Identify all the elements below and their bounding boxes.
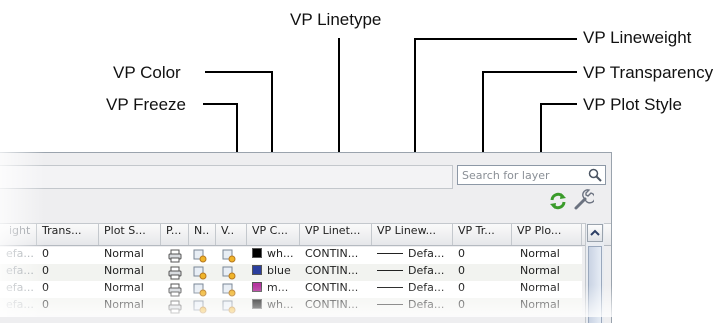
cell-lineweight: efa...	[6, 247, 34, 260]
cell-plot-style[interactable]: Normal	[99, 264, 161, 281]
vp-lineweight-value: Defa...	[408, 264, 445, 277]
printer-icon[interactable]	[168, 300, 182, 314]
col-header-plot-style[interactable]: Plot S...	[99, 224, 161, 245]
layer-search-box[interactable]	[457, 165, 606, 185]
callout-vp-freeze: VP Freeze	[106, 95, 187, 114]
color-swatch	[252, 248, 262, 258]
cell-vp-transparency[interactable]: 0	[453, 298, 512, 315]
col-header-plot[interactable]: P...	[161, 224, 189, 245]
layer-properties-panel: ight Trans... Plot S... P... N.. V.. VP …	[0, 152, 612, 323]
vp-lineweight-value: Defa...	[408, 247, 445, 260]
table-row[interactable]: efa... 0 Normal m... CONTIN... Defa... 0…	[0, 281, 582, 298]
cell-vp-color[interactable]: m...	[247, 281, 300, 298]
scroll-up-button[interactable]	[587, 224, 603, 242]
leader-vp-transparency-h	[482, 71, 577, 73]
color-swatch	[252, 299, 262, 309]
col-header-new-vp-freeze[interactable]: N..	[189, 224, 216, 245]
cell-transparency[interactable]: 0	[37, 264, 99, 281]
printer-icon[interactable]	[168, 283, 182, 297]
scroll-thumb[interactable]	[588, 246, 602, 323]
leader-vp-plot-style-h	[540, 103, 577, 105]
printer-icon[interactable]	[168, 249, 182, 263]
callout-vp-lineweight: VP Lineweight	[583, 28, 692, 47]
leader-vp-freeze-h	[203, 103, 238, 105]
new-vp-freeze-icon[interactable]	[193, 249, 207, 263]
cell-transparency[interactable]: 0	[37, 281, 99, 298]
cell-vp-color[interactable]: wh...	[247, 298, 300, 315]
cell-vp-lineweight[interactable]: Defa...	[372, 298, 453, 315]
cell-vp-color[interactable]: wh...	[247, 247, 300, 264]
table-row[interactable]: efa... 0 Normal wh... CONTIN... Defa... …	[0, 247, 582, 264]
table-row[interactable]: efa... 0 Normal blue CONTIN... Defa... 0…	[0, 264, 582, 281]
callout-vp-plot-style: VP Plot Style	[583, 95, 682, 114]
cell-vp-linetype[interactable]: CONTIN...	[300, 298, 372, 315]
cell-transparency[interactable]: 0	[37, 298, 99, 315]
filter-strip	[0, 165, 453, 189]
col-header-transparency[interactable]: Trans...	[37, 224, 99, 245]
cell-vp-lineweight[interactable]: Defa...	[372, 264, 453, 281]
vp-freeze-icon[interactable]	[222, 300, 236, 314]
new-vp-freeze-icon[interactable]	[193, 283, 207, 297]
cell-vp-lineweight[interactable]: Defa...	[372, 247, 453, 264]
cell-vp-transparency[interactable]: 0	[453, 264, 512, 281]
color-swatch	[252, 282, 262, 292]
vp-freeze-icon[interactable]	[222, 266, 236, 280]
vp-lineweight-value: Defa...	[408, 298, 445, 311]
vp-freeze-icon[interactable]	[222, 249, 236, 263]
cell-vp-linetype[interactable]: CONTIN...	[300, 264, 372, 281]
cell-vp-transparency[interactable]: 0	[453, 281, 512, 298]
col-header-vp-lineweight[interactable]: VP Linew...	[372, 224, 453, 245]
cell-plot-style[interactable]: Normal	[99, 298, 161, 315]
callout-vp-linetype: VP Linetype	[290, 10, 382, 29]
cell-lineweight: efa...	[6, 298, 34, 311]
cell-vp-plot-style[interactable]: Normal	[512, 247, 582, 264]
col-header-vp-color[interactable]: VP C...	[247, 224, 300, 245]
vertical-scrollbar[interactable]	[585, 223, 604, 323]
cell-transparency[interactable]: 0	[37, 247, 99, 264]
col-header-lineweight[interactable]: ight	[0, 224, 37, 245]
lineweight-sample	[377, 287, 403, 288]
cell-vp-color[interactable]: blue	[247, 264, 300, 281]
col-header-vp-plot-style[interactable]: VP Plo...	[512, 224, 582, 245]
search-input[interactable]	[460, 167, 582, 183]
table-row[interactable]: efa... 0 Normal wh... CONTIN... Defa... …	[0, 298, 582, 315]
callout-vp-color: VP Color	[113, 63, 181, 82]
col-header-vp-freeze[interactable]: V..	[216, 224, 247, 245]
vp-color-name: wh...	[267, 298, 294, 311]
color-swatch	[252, 265, 262, 275]
cell-vp-lineweight[interactable]: Defa...	[372, 281, 453, 298]
column-header-row: ight Trans... Plot S... P... N.. V.. VP …	[0, 223, 611, 246]
leader-vp-color-h	[205, 71, 273, 73]
cell-vp-linetype[interactable]: CONTIN...	[300, 247, 372, 264]
cell-vp-plot-style[interactable]: Normal	[512, 281, 582, 298]
cell-vp-transparency[interactable]: 0	[453, 247, 512, 264]
cell-plot-style[interactable]: Normal	[99, 247, 161, 264]
vp-color-name: blue	[267, 264, 291, 277]
new-vp-freeze-icon[interactable]	[193, 266, 207, 280]
vp-freeze-icon[interactable]	[222, 283, 236, 297]
lineweight-sample	[377, 270, 403, 271]
settings-icon[interactable]	[572, 189, 594, 211]
vp-color-name: wh...	[267, 247, 294, 260]
search-icon[interactable]	[588, 168, 602, 182]
cell-vp-plot-style[interactable]: Normal	[512, 264, 582, 281]
cell-lineweight: efa...	[6, 281, 34, 294]
new-vp-freeze-icon[interactable]	[193, 300, 207, 314]
cell-plot-style[interactable]: Normal	[99, 281, 161, 298]
chevron-up-icon	[590, 229, 600, 236]
cell-vp-linetype[interactable]: CONTIN...	[300, 281, 372, 298]
refresh-icon[interactable]	[548, 191, 568, 211]
lineweight-sample	[377, 253, 403, 254]
col-header-vp-transparency[interactable]: VP Tr...	[453, 224, 512, 245]
cell-vp-plot-style[interactable]: Normal	[512, 298, 582, 315]
cell-lineweight: efa...	[6, 264, 34, 277]
callout-vp-transparency: VP Transparency	[583, 63, 714, 82]
lineweight-sample	[377, 304, 403, 305]
printer-icon[interactable]	[168, 266, 182, 280]
col-header-vp-linetype[interactable]: VP Linet...	[300, 224, 372, 245]
leader-vp-lineweight-h	[414, 38, 577, 40]
vp-lineweight-value: Defa...	[408, 281, 445, 294]
vp-color-name: m...	[267, 281, 289, 294]
